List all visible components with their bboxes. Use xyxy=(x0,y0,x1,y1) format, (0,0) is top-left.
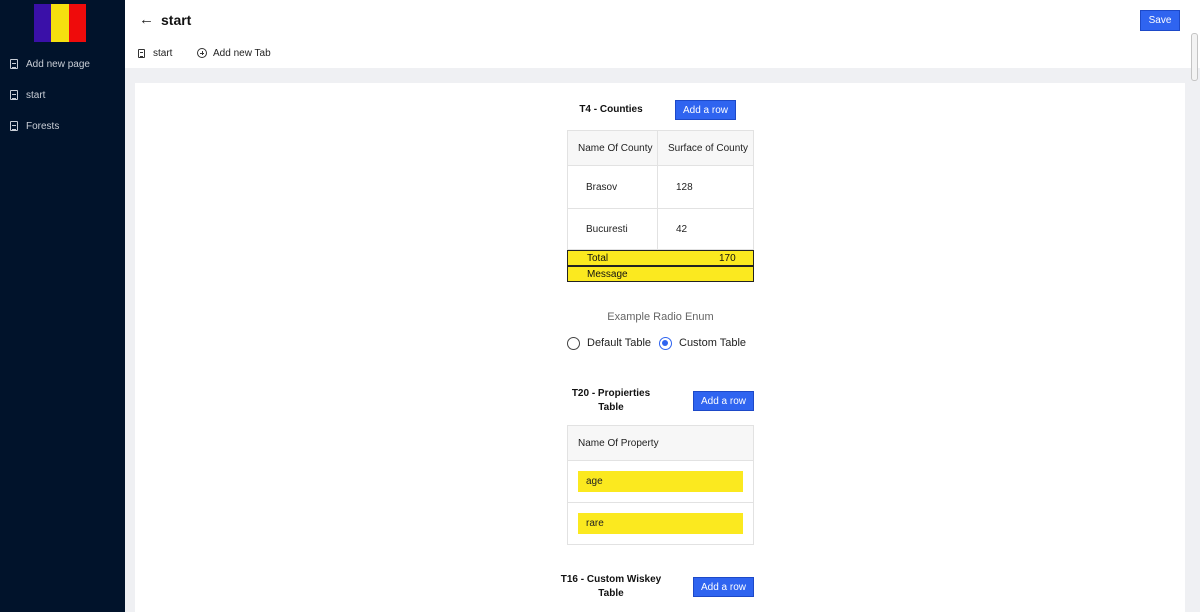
column-header-name-of-county: Name Of County xyxy=(578,142,653,154)
save-button[interactable]: Save xyxy=(1140,10,1180,31)
tab-start[interactable]: start xyxy=(138,45,172,61)
radio-custom-table[interactable]: Custom Table xyxy=(659,335,746,351)
flag-stripe-blue xyxy=(34,4,52,42)
flag-logo xyxy=(34,4,86,42)
radio-unchecked-icon xyxy=(567,336,580,350)
t16-table-title: T16 - Custom Wiskey Table xyxy=(560,573,662,601)
sidebar-item-label: Forests xyxy=(26,120,60,132)
column-header-name-of-property: Name Of Property xyxy=(578,437,659,449)
flag-stripe-red xyxy=(68,4,86,42)
radio-group-title: Example Radio Enum xyxy=(607,311,714,323)
property-value-field[interactable]: rare xyxy=(578,513,743,534)
document-icon xyxy=(10,90,18,100)
t16-add-row-button[interactable]: Add a row xyxy=(693,577,754,597)
t4-table-title: T4 - Counties xyxy=(579,104,643,115)
flag-stripe-yellow xyxy=(51,4,69,42)
radio-checked-icon xyxy=(659,336,672,350)
sidebar-item-label: start xyxy=(26,89,46,101)
plus-circle-icon xyxy=(197,48,207,58)
tab-label: start xyxy=(153,47,173,59)
t20-title-line1: T20 - Propierties xyxy=(571,388,651,399)
sidebar-item-label: Add new page xyxy=(26,58,90,70)
total-value: 170 xyxy=(719,252,736,264)
county-name-cell[interactable]: Brasov xyxy=(586,166,617,208)
t20-title-line2: Table xyxy=(598,402,624,413)
document-icon xyxy=(10,121,18,131)
t20-add-row-button[interactable]: Add a row xyxy=(693,391,754,411)
sidebar-item-start[interactable]: start xyxy=(10,86,45,104)
scrollbar-track[interactable] xyxy=(1189,0,1200,612)
t20-table-title: T20 - Propierties Table xyxy=(567,387,655,415)
total-label: Total xyxy=(587,252,609,264)
t16-title-line1: T16 - Custom Wiskey xyxy=(560,574,662,585)
scrollbar-thumb[interactable] xyxy=(1191,33,1198,81)
page-title: start xyxy=(161,12,192,28)
column-header-surface-of-county: Surface of County xyxy=(668,142,749,154)
message-label: Message xyxy=(587,268,628,280)
tab-add-new[interactable]: Add new Tab xyxy=(197,45,271,61)
radio-label: Default Table xyxy=(587,337,652,349)
sidebar: Add new page start Forests xyxy=(0,0,125,612)
t16-title-line2: Table xyxy=(598,588,624,599)
radio-label: Custom Table xyxy=(679,337,747,349)
header: ← start Save start Add new Tab xyxy=(125,0,1200,68)
tab-label: Add new Tab xyxy=(213,47,271,59)
property-value-field[interactable]: age xyxy=(578,471,743,492)
document-icon xyxy=(138,48,145,58)
back-arrow-icon[interactable]: ← xyxy=(139,11,154,29)
total-row: Total 170 xyxy=(567,250,754,266)
radio-default-table[interactable]: Default Table xyxy=(567,335,651,351)
document-icon xyxy=(10,59,18,69)
sidebar-item-add-new-page[interactable]: Add new page xyxy=(10,55,90,73)
county-surface-cell[interactable]: 42 xyxy=(676,208,687,250)
county-surface-cell[interactable]: 128 xyxy=(676,166,693,208)
t4-add-row-button[interactable]: Add a row xyxy=(675,100,736,120)
message-row: Message xyxy=(567,266,754,282)
county-name-cell[interactable]: Bucuresti xyxy=(586,208,628,250)
sidebar-item-forests[interactable]: Forests xyxy=(10,117,59,135)
